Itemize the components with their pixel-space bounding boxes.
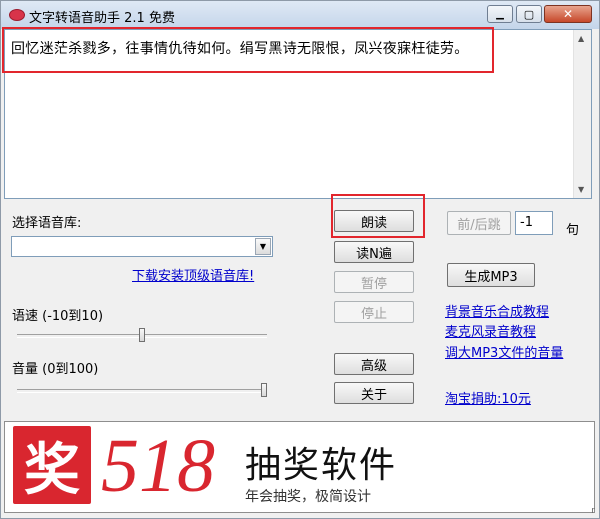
maximize-icon: ▢ (523, 7, 535, 21)
voice-library-select[interactable]: ▼ (11, 236, 273, 257)
app-icon (9, 9, 25, 21)
window-title: 文字转语音助手 2.1 免费 (29, 11, 175, 26)
app-window: 文字转语音助手 2.1 免费 ▁ ▢ ✕ 回忆迷茫杀戮多，往事情仇待如何。绢写黑… (0, 0, 600, 519)
vertical-scrollbar[interactable]: ▲ ▼ (573, 30, 591, 198)
stop-button[interactable]: 停止 (334, 301, 414, 323)
minimize-button[interactable]: ▁ (487, 5, 513, 23)
mp3-volume-link[interactable]: 调大MP3文件的音量 (445, 342, 563, 361)
advanced-button[interactable]: 高级 (334, 353, 414, 375)
title-bar: 文字转语音助手 2.1 免费 ▁ ▢ ✕ (1, 1, 599, 29)
maximize-button[interactable]: ▢ (516, 5, 542, 23)
banner-slogan: 年会抽奖，极简设计 (245, 489, 371, 505)
volume-slider-thumb[interactable] (261, 383, 267, 397)
read-button[interactable]: 朗读 (334, 210, 414, 232)
jump-count-input[interactable]: -1 (515, 211, 553, 235)
speed-label: 语速 (-10到10) (12, 309, 104, 324)
banner-number: 518 (101, 424, 215, 508)
input-text: 回忆迷茫杀戮多，往事情仇待如何。绢写黑诗无限恨，凤兴夜寐枉徒劳。 (11, 41, 469, 57)
voice-library-label: 选择语音库: (12, 216, 82, 231)
volume-slider-track (17, 389, 267, 393)
close-icon: ✕ (562, 7, 574, 21)
lottery-logo: 奖 (13, 426, 91, 504)
bg-music-tutorial-link[interactable]: 背景音乐合成教程 (445, 301, 549, 320)
banner-product-name: 抽奖软件 (245, 445, 398, 486)
pause-button[interactable]: 暂停 (334, 271, 414, 293)
speed-slider-thumb[interactable] (139, 328, 145, 342)
read-n-times-button[interactable]: 读N遍 (334, 241, 414, 263)
download-voice-link[interactable]: 下载安装顶级语音库! (132, 265, 254, 284)
logo-character: 奖 (24, 436, 80, 503)
jump-unit-label: 句 (566, 223, 580, 238)
prev-next-jump-button[interactable]: 前/后跳 (447, 211, 511, 235)
minimize-icon: ▁ (496, 8, 504, 20)
ad-banner[interactable]: 奖 518 抽奖软件 年会抽奖，极简设计 (4, 421, 595, 513)
scroll-down-icon[interactable]: ▼ (578, 185, 584, 194)
chevron-down-icon[interactable]: ▼ (255, 238, 271, 255)
scroll-up-icon[interactable]: ▲ (578, 34, 584, 43)
donate-link[interactable]: 淘宝捐助:10元 (445, 388, 531, 407)
make-mp3-button[interactable]: 生成MP3 (447, 263, 535, 287)
close-button[interactable]: ✕ (544, 5, 592, 23)
about-button[interactable]: 关于 (334, 382, 414, 404)
mic-record-tutorial-link[interactable]: 麦克风录音教程 (445, 321, 536, 340)
volume-label: 音量 (0到100) (12, 362, 99, 377)
text-input-area[interactable]: 回忆迷茫杀戮多，往事情仇待如何。绢写黑诗无限恨，凤兴夜寐枉徒劳。 ▲ ▼ (4, 29, 592, 199)
resize-grip[interactable]: r (591, 506, 595, 516)
